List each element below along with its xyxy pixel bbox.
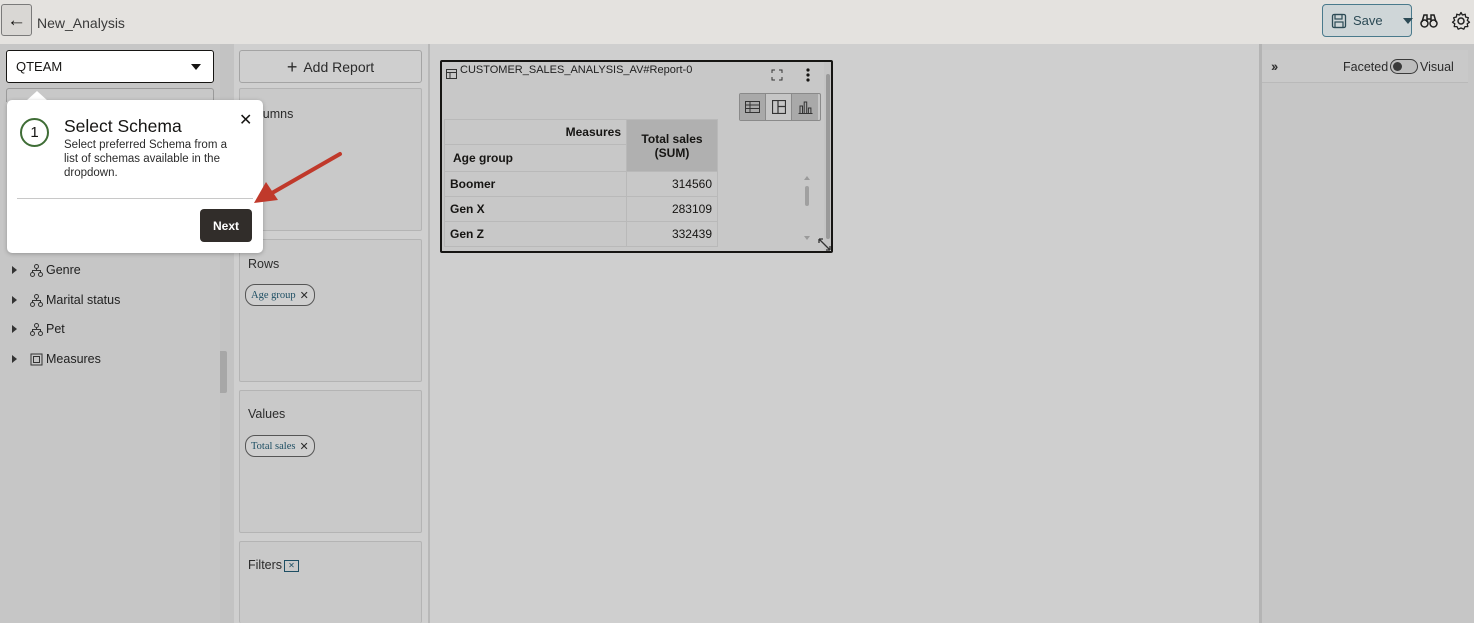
more-options-icon[interactable] (806, 68, 810, 87)
report-title: CUSTOMER_SALES_ANALYSIS_AV#Report-0 (460, 64, 693, 76)
hierarchy-icon (29, 293, 43, 307)
values-shelf-title: Values (248, 407, 286, 421)
faceted-label: Faceted (1343, 60, 1389, 74)
caret-right-icon[interactable] (12, 355, 17, 363)
tree-item-label: Measures (46, 352, 101, 366)
filters-shelf[interactable]: Filters ✕ (239, 541, 422, 623)
faceted-visual-toggle[interactable] (1390, 59, 1418, 74)
fullscreen-icon[interactable] (771, 68, 783, 86)
chip-label: Total sales (251, 440, 296, 452)
popup-description: Select preferred Schema from a list of s… (64, 139, 227, 179)
tree-item-label: Marital status (46, 293, 121, 307)
analysis-title: New_Analysis (37, 15, 125, 31)
back-button[interactable]: ← (1, 4, 32, 36)
chip-label: Age group (251, 289, 296, 301)
report-icon (446, 66, 457, 84)
rows-shelf-title: Rows (248, 257, 280, 271)
tree-item-genre[interactable]: Genre (12, 260, 81, 280)
tree-item-pet[interactable]: Pet (12, 319, 65, 339)
report-widget[interactable]: CUSTOMER_SALES_ANALYSIS_AV#Report-0 Meas… (440, 60, 833, 253)
row-value: 332439 (626, 221, 718, 247)
age-group-header: Age group (444, 144, 627, 172)
table-row: Gen Z 332439 (444, 221, 718, 247)
add-report-label: Add Report (303, 58, 375, 75)
close-icon[interactable]: ✕ (299, 440, 308, 453)
step-number: 1 (20, 118, 49, 147)
resize-icon[interactable] (818, 238, 832, 252)
close-icon[interactable]: ✕ (239, 110, 252, 130)
row-label: Boomer (444, 171, 627, 197)
add-report-button[interactable]: + Add Report (239, 50, 422, 83)
filters-shelf-title: Filters (248, 558, 283, 572)
tree-item-measures[interactable]: Measures (12, 349, 101, 369)
binoculars-icon[interactable] (1419, 11, 1439, 31)
close-icon[interactable]: ✕ (300, 289, 309, 302)
row-label: Gen X (444, 196, 627, 222)
expand-panel-icon[interactable]: ›› (1271, 58, 1278, 74)
app-header (0, 0, 1474, 44)
collapse-handle[interactable] (220, 351, 227, 393)
report-scrollbar-thumb[interactable] (826, 74, 830, 239)
plus-icon: + (286, 56, 298, 77)
next-button[interactable]: Next (200, 209, 252, 242)
caret-right-icon[interactable] (12, 266, 17, 274)
measures-header: Measures (444, 119, 627, 145)
view-switcher (739, 93, 821, 121)
popup-title: Select Schema (64, 116, 182, 136)
chevron-down-icon (191, 64, 201, 70)
pointer-arrow-icon (254, 152, 342, 203)
values-shelf[interactable]: Values Total sales ✕ (239, 390, 422, 533)
schema-select[interactable]: QTEAM (6, 50, 214, 83)
visual-label: Visual (1420, 60, 1454, 74)
schema-select-value: QTEAM (16, 59, 63, 74)
save-icon (1331, 13, 1347, 29)
save-button[interactable]: Save (1322, 4, 1413, 37)
tree-item-label: Pet (46, 322, 65, 336)
hierarchy-icon (29, 322, 43, 336)
tree-item-marital-status[interactable]: Marital status (12, 290, 120, 310)
table-view-icon[interactable] (740, 94, 766, 120)
column-divider (428, 44, 430, 623)
values-chip-total-sales[interactable]: Total sales ✕ (245, 435, 315, 457)
filter-clear-icon[interactable]: ✕ (284, 560, 299, 572)
row-value: 283109 (626, 196, 718, 222)
rows-chip-age-group[interactable]: Age group ✕ (245, 284, 315, 306)
table-scrollbar[interactable] (803, 174, 810, 244)
properties-panel (1262, 44, 1474, 623)
row-value: 314560 (626, 171, 718, 197)
table-row: Boomer 314560 (444, 171, 718, 197)
tree-item-label: Genre (46, 263, 81, 277)
rows-shelf[interactable]: Rows Age group ✕ (239, 239, 422, 382)
caret-right-icon[interactable] (12, 325, 17, 333)
pivot-table: Measures Total sales (SUM) Age group Boo… (444, 119, 718, 247)
arrow-left-icon: ← (7, 9, 26, 31)
total-sales-label: Total sales (641, 131, 703, 146)
table-header-row: Measures Total sales (SUM) (444, 119, 718, 172)
tour-popup: 1 Select Schema Select preferred Schema … (7, 100, 263, 253)
popup-divider (17, 198, 253, 199)
chart-view-icon[interactable] (792, 94, 818, 120)
chevron-down-icon[interactable] (1402, 17, 1413, 24)
measures-icon (29, 352, 43, 366)
columns-shelf-title: lumns (260, 107, 294, 121)
hierarchy-icon (29, 263, 43, 277)
caret-right-icon[interactable] (12, 296, 17, 304)
save-label: Save (1353, 13, 1383, 28)
pivot-view-icon[interactable] (766, 94, 792, 120)
total-sales-agg: (SUM) (654, 145, 690, 160)
row-label: Gen Z (444, 221, 627, 247)
total-sales-header[interactable]: Total sales (SUM) (626, 119, 718, 172)
toggle-knob (1393, 62, 1402, 71)
gear-icon[interactable] (1450, 10, 1472, 32)
table-row: Gen X 283109 (444, 196, 718, 222)
